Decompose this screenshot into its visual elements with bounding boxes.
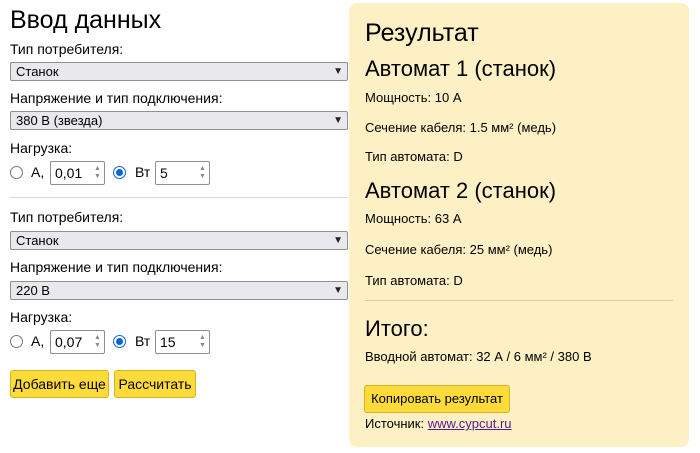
chevron-down-icon: ▼ bbox=[333, 66, 343, 77]
breaker-cable-2: Сечение кабеля: 25 мм² (медь) bbox=[365, 242, 553, 257]
calculate-button[interactable]: Рассчитать bbox=[114, 370, 196, 398]
radio-watts-1[interactable] bbox=[113, 166, 126, 179]
spinner-icon[interactable]: ▲ ▼ bbox=[198, 165, 207, 181]
breaker-type-2: Тип автомата: D bbox=[365, 273, 463, 288]
voltage-label-1: Напряжение и тип подключения: bbox=[10, 90, 223, 106]
source-line: Источник: www.cypcut.ru bbox=[365, 416, 512, 431]
consumer-type-select-1[interactable]: Станок ▼ bbox=[10, 62, 348, 81]
amps-input-1[interactable]: 0,01 ▲ ▼ bbox=[50, 161, 105, 185]
consumer-type-select-2[interactable]: Станок ▼ bbox=[10, 231, 348, 250]
input-panel: Ввод данных Тип потребителя: Станок ▼ На… bbox=[0, 0, 355, 453]
result-divider bbox=[365, 300, 673, 301]
consumer-type-label-1: Тип потребителя: bbox=[10, 41, 124, 57]
amps-input-2[interactable]: 0,07 ▲ ▼ bbox=[50, 330, 105, 354]
total-title: Итого: bbox=[365, 316, 429, 341]
radio-amps-2[interactable] bbox=[10, 335, 23, 348]
load-label-1: Нагрузка: bbox=[10, 140, 73, 156]
source-label: Источник: bbox=[365, 416, 425, 431]
breaker-heading-1: Автомат 1 (станок) bbox=[365, 56, 557, 81]
spinner-icon[interactable]: ▲ ▼ bbox=[198, 334, 207, 350]
result-title: Результат bbox=[365, 19, 479, 47]
voltage-select-1[interactable]: 380 В (звезда) ▼ bbox=[10, 111, 348, 130]
consumer-type-value-1: Станок bbox=[16, 64, 59, 79]
voltage-label-2: Напряжение и тип подключения: bbox=[10, 259, 223, 275]
spinner-icon[interactable]: ▲ ▼ bbox=[93, 165, 102, 181]
total-text: Вводной автомат: 32 А / 6 мм² / 380 В bbox=[365, 349, 592, 364]
breaker-heading-2: Автомат 2 (станок) bbox=[365, 178, 557, 203]
unit-amps-label-2: А, bbox=[31, 333, 45, 349]
watts-input-2[interactable]: 15 ▲ ▼ bbox=[155, 330, 210, 354]
block-divider bbox=[10, 197, 347, 198]
source-link[interactable]: www.cypcut.ru bbox=[428, 416, 512, 431]
breaker-power-1: Мощность: 10 А bbox=[365, 90, 462, 105]
radio-amps-1[interactable] bbox=[10, 166, 23, 179]
voltage-value-1: 380 В (звезда) bbox=[16, 113, 103, 128]
load-label-2: Нагрузка: bbox=[10, 309, 73, 325]
voltage-value-2: 220 В bbox=[16, 283, 50, 298]
breaker-type-1: Тип автомата: D bbox=[365, 149, 463, 164]
watts-value-1: 5 bbox=[160, 165, 168, 181]
input-title: Ввод данных bbox=[10, 6, 162, 34]
chevron-down-icon: ▼ bbox=[333, 235, 343, 246]
unit-amps-label-1: А, bbox=[31, 164, 45, 180]
spinner-icon[interactable]: ▲ ▼ bbox=[93, 334, 102, 350]
chevron-down-icon: ▼ bbox=[333, 115, 343, 126]
unit-watts-label-2: Вт bbox=[135, 333, 151, 349]
consumer-type-label-2: Тип потребителя: bbox=[10, 209, 124, 225]
watts-input-1[interactable]: 5 ▲ ▼ bbox=[155, 161, 210, 185]
unit-watts-label-1: Вт bbox=[135, 164, 151, 180]
breaker-cable-1: Сечение кабеля: 1.5 мм² (медь) bbox=[365, 120, 557, 135]
consumer-type-value-2: Станок bbox=[16, 233, 59, 248]
radio-watts-2[interactable] bbox=[113, 335, 126, 348]
add-more-button[interactable]: Добавить еще bbox=[10, 370, 109, 398]
amps-value-1: 0,01 bbox=[55, 165, 83, 181]
voltage-select-2[interactable]: 220 В ▼ bbox=[10, 281, 348, 300]
result-panel: Результат Автомат 1 (станок) Мощность: 1… bbox=[349, 3, 689, 447]
copy-result-button[interactable]: Копировать результат bbox=[364, 385, 510, 413]
chevron-down-icon: ▼ bbox=[333, 285, 343, 296]
breaker-power-2: Мощность: 63 А bbox=[365, 211, 462, 226]
watts-value-2: 15 bbox=[160, 334, 176, 350]
amps-value-2: 0,07 bbox=[55, 334, 83, 350]
